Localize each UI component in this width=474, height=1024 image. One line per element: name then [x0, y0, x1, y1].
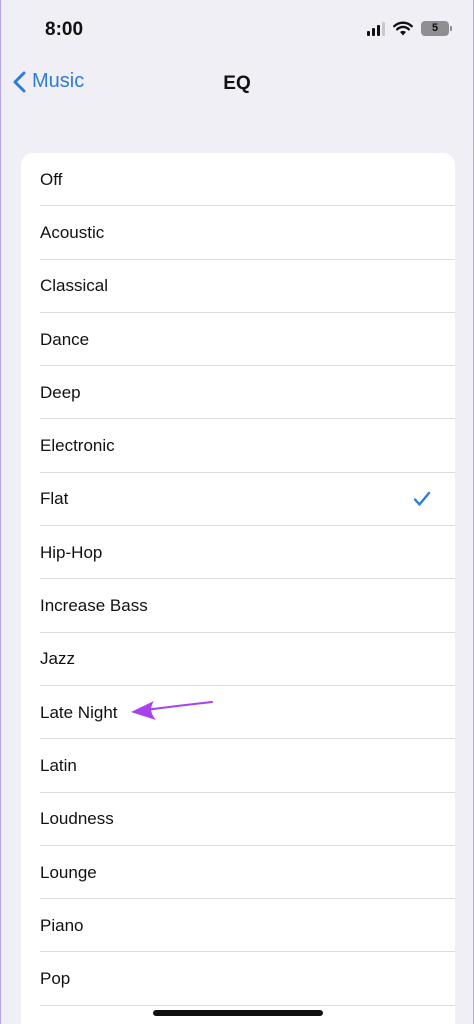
eq-option-pop[interactable]: Pop: [21, 952, 455, 1007]
status-icons: 5: [367, 21, 452, 36]
eq-option-dance[interactable]: Dance: [21, 313, 455, 367]
battery-icon: 5: [421, 21, 452, 36]
eq-option-classical[interactable]: Classical: [21, 260, 455, 314]
eq-option-off[interactable]: Off: [21, 153, 455, 207]
eq-option-label: Flat: [40, 489, 69, 509]
eq-option-label: Increase Bass: [40, 596, 148, 616]
eq-option-label: Dance: [40, 329, 90, 349]
eq-option-flat[interactable]: Flat: [21, 473, 455, 527]
eq-option-label: Latin: [40, 755, 77, 775]
status-time: 8:00: [45, 19, 84, 40]
screen: 8:00 5 Music EQ Off Acoustic Classical D…: [0, 0, 474, 1024]
eq-option-loudness[interactable]: Loudness: [21, 793, 455, 847]
eq-option-label: Piano: [40, 915, 84, 935]
eq-option-label: Pop: [40, 969, 71, 989]
eq-option-label: Hip-Hop: [40, 542, 103, 562]
eq-option-lounge[interactable]: Lounge: [21, 846, 455, 900]
eq-option-label: Off: [40, 169, 63, 189]
wifi-icon: [393, 21, 413, 36]
battery-level: 5: [431, 22, 439, 34]
page-title: EQ: [223, 73, 251, 94]
eq-option-increase-bass[interactable]: Increase Bass: [21, 579, 455, 633]
eq-option-label: Late Night: [40, 702, 118, 722]
status-bar: 8:00 5: [1, 0, 473, 60]
eq-option-label: Jazz: [40, 649, 75, 669]
cellular-signal-icon: [367, 21, 385, 36]
eq-option-label: Electronic: [40, 436, 115, 456]
checkmark-icon: [413, 492, 431, 507]
eq-option-label: Classical: [40, 276, 109, 296]
eq-option-acoustic[interactable]: Acoustic: [21, 206, 455, 260]
eq-option-latin[interactable]: Latin: [21, 739, 455, 793]
eq-option-piano[interactable]: Piano: [21, 899, 455, 953]
eq-option-label: Loudness: [40, 809, 114, 829]
home-indicator: [153, 1010, 323, 1016]
eq-option-hip-hop[interactable]: Hip-Hop: [21, 526, 455, 580]
eq-option-electronic[interactable]: Electronic: [21, 419, 455, 474]
eq-option-label: Deep: [40, 382, 81, 402]
eq-option-jazz[interactable]: Jazz: [21, 633, 455, 687]
annotation-arrow-icon: [131, 701, 213, 720]
eq-options-list: Off Acoustic Classical Dance Deep Electronic F…: [21, 153, 455, 1024]
eq-option-deep[interactable]: Deep: [21, 366, 455, 420]
navigation-bar: Music EQ: [1, 60, 473, 110]
eq-option-label: Lounge: [40, 862, 97, 882]
eq-option-late-night[interactable]: Late Night: [21, 686, 455, 740]
eq-option-label: Acoustic: [40, 222, 105, 242]
